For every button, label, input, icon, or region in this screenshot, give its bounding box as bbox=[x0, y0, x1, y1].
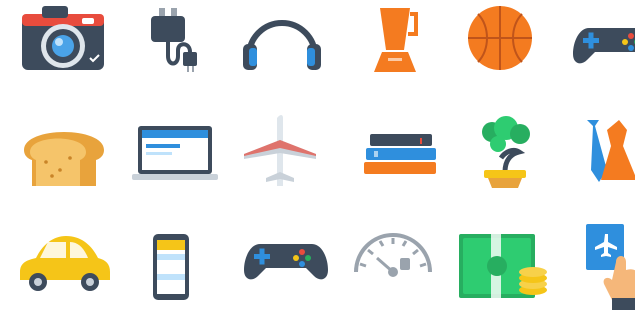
headphones-icon bbox=[227, 0, 337, 100]
tie-and-dress-icon bbox=[565, 110, 635, 210]
money-stack-icon bbox=[455, 210, 565, 310]
smartphone-icon bbox=[117, 210, 227, 310]
icon-grid bbox=[0, 0, 635, 310]
bread-icon bbox=[10, 110, 120, 210]
power-plug-icon bbox=[119, 0, 229, 100]
speedometer-gauge-icon bbox=[338, 210, 448, 310]
gamepad-icon bbox=[226, 210, 336, 310]
basketball-icon bbox=[445, 0, 555, 100]
airplane-icon bbox=[225, 110, 335, 210]
car-icon bbox=[8, 210, 118, 310]
bonsai-tree-icon bbox=[450, 110, 560, 210]
laptop-icon bbox=[120, 110, 230, 210]
touch-ticket-icon bbox=[568, 210, 635, 310]
camera-icon bbox=[8, 0, 118, 100]
gamepad-icon bbox=[555, 0, 635, 100]
blender-icon bbox=[340, 0, 450, 100]
books-icon bbox=[340, 110, 450, 210]
